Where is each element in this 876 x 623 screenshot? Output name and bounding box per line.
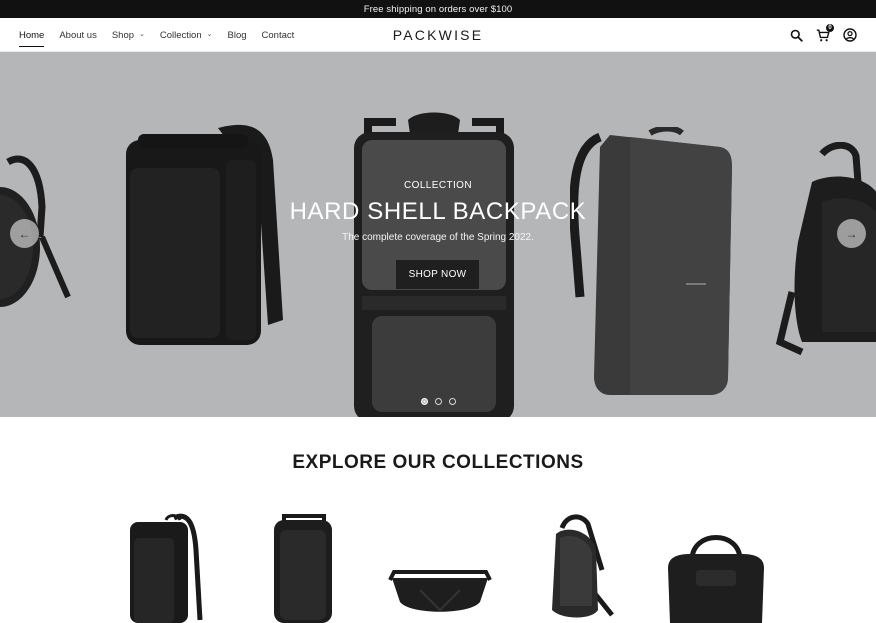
collection-item-hard-shell-backpack[interactable] <box>244 510 364 623</box>
crossbody-bag-image <box>388 570 492 612</box>
shop-now-button[interactable]: SHOP NOW <box>396 260 479 289</box>
hero-product-backpack-right <box>570 127 732 395</box>
main-nav: Home About us Shop ⌄ Collection ⌄ Blog Con… <box>19 18 309 52</box>
nav-shop-label: Shop <box>111 29 135 41</box>
nav-blog-label: Blog <box>227 29 247 41</box>
site-header: Home About us Shop ⌄ Collection ⌄ Blog Con… <box>0 18 876 52</box>
carousel-dots <box>0 398 876 405</box>
carousel-dot-3[interactable] <box>448 398 456 405</box>
collection-item-crossbody-bag[interactable] <box>380 510 500 623</box>
nav-home-label: Home <box>19 29 45 41</box>
hero-text: COLLECTION HARD SHELL BACKPACK The compl… <box>0 180 876 243</box>
account-icon[interactable] <box>842 27 858 43</box>
arrow-right-icon: → <box>845 226 858 241</box>
header-icons: 0 <box>788 18 858 52</box>
collections-title: EXPLORE OUR COLLECTIONS <box>292 452 584 473</box>
search-icon[interactable] <box>788 27 804 43</box>
announcement-bar: Free shipping on orders over $100 <box>0 0 876 18</box>
carousel-dot-2[interactable] <box>434 398 442 405</box>
chevron-down-icon: ⌄ <box>206 31 213 38</box>
cart-icon[interactable]: 0 <box>815 24 834 43</box>
carousel-next-button[interactable]: → <box>837 219 866 248</box>
hero-subtitle: The complete coverage of the Spring 2022… <box>342 232 534 243</box>
collection-item-laptop-backpack[interactable] <box>118 510 238 623</box>
nav-blog[interactable]: Blog <box>228 18 247 52</box>
hero-kicker: COLLECTION <box>404 180 472 191</box>
carousel-dot-1[interactable] <box>420 398 428 405</box>
nav-contact[interactable]: Contact <box>262 18 295 52</box>
nav-about[interactable]: About us <box>59 18 97 52</box>
hero-carousel: COLLECTION HARD SHELL BACKPACK The compl… <box>0 52 876 417</box>
nav-contact-label: Contact <box>261 29 295 41</box>
laptop-backpack-image <box>130 513 203 623</box>
hero-product-sling-right <box>775 142 876 356</box>
collection-item-sling-bag[interactable] <box>522 510 642 623</box>
hard-shell-backpack-image <box>274 514 332 623</box>
cart-count-badge: 0 <box>826 24 834 32</box>
announcement-text: Free shipping on orders over $100 <box>363 3 513 15</box>
arrow-left-icon: ← <box>18 226 31 241</box>
duffel-bag-image <box>668 535 764 623</box>
brand-logo[interactable]: PACKWISE <box>393 27 483 43</box>
chevron-down-icon: ⌄ <box>139 31 145 38</box>
nav-collection[interactable]: Collection ⌄ <box>160 18 213 52</box>
hero-title: HARD SHELL BACKPACK <box>289 198 587 225</box>
nav-shop[interactable]: Shop ⌄ <box>112 18 145 52</box>
collection-item-duffel-bag[interactable] <box>656 510 776 623</box>
nav-collection-label: Collection <box>159 29 202 41</box>
carousel-prev-button[interactable]: ← <box>10 219 39 248</box>
nav-home[interactable]: Home <box>19 18 45 52</box>
nav-about-label: About us <box>59 29 97 41</box>
sling-bag-image <box>552 514 614 618</box>
